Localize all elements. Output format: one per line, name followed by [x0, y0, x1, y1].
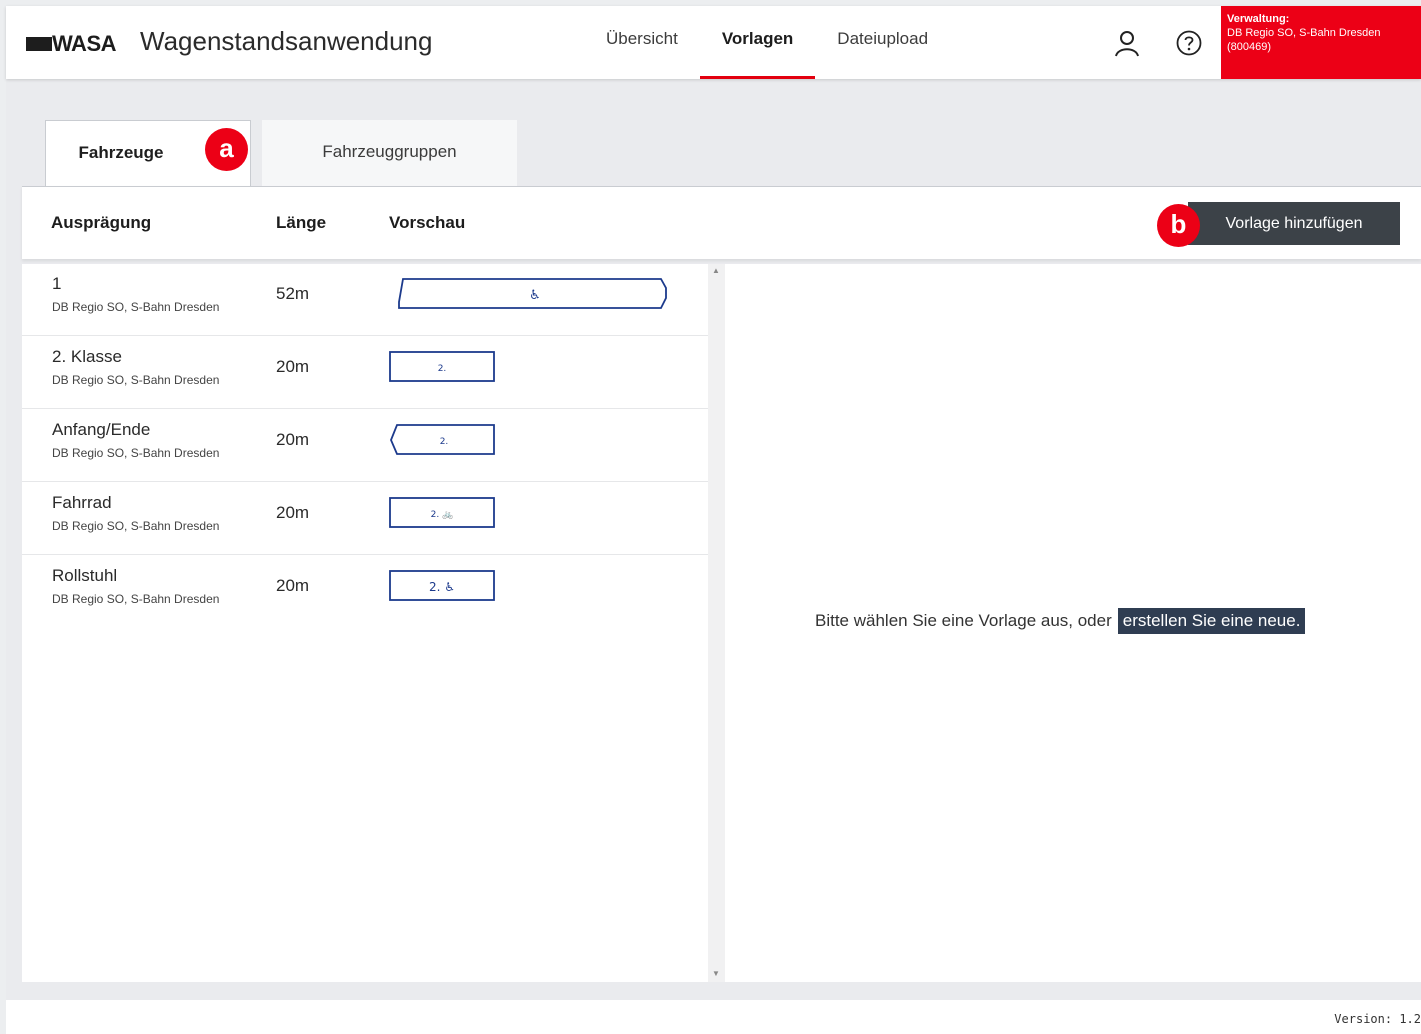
list-item[interactable]: Rollstuhl DB Regio SO, S-Bahn Dresden 20… [22, 556, 708, 628]
column-auspraegung: Ausprägung [51, 213, 152, 232]
table-header-bar: Ausprägung Länge Vorschau Vorlage hinzuf… [22, 186, 1421, 259]
item-owner: DB Regio SO, S-Bahn Dresden [52, 592, 220, 606]
scroll-down-icon[interactable]: ▼ [712, 969, 720, 978]
logo-text: WASA [52, 31, 117, 56]
item-length: 20m [276, 576, 310, 595]
column-vorschau: Vorschau [389, 213, 466, 232]
tab-fahrzeuggruppen[interactable]: Fahrzeuggruppen [262, 120, 517, 186]
preview-label: 2. [440, 437, 449, 447]
wagon-preview: ♿ [398, 278, 667, 309]
item-length: 20m [276, 430, 310, 449]
version-label: Version: 1.2 [1334, 1012, 1421, 1026]
wagon-preview: 2. [389, 351, 495, 382]
empty-state-hint: Bitte wählen Sie eine Vorlage aus, oder … [815, 608, 1306, 634]
user-icon[interactable] [1112, 28, 1142, 58]
nav-uebersicht[interactable]: Übersicht [584, 6, 700, 79]
item-owner: DB Regio SO, S-Bahn Dresden [52, 519, 220, 533]
item-length: 52m [276, 284, 310, 303]
nav-dateiupload[interactable]: Dateiupload [815, 6, 950, 79]
preview-label: 2. [438, 364, 447, 374]
list-item[interactable]: 1 DB Regio SO, S-Bahn Dresden 52m ♿ [22, 264, 708, 336]
footer [6, 1000, 1421, 1034]
list-item[interactable]: Anfang/Ende DB Regio SO, S-Bahn Dresden … [22, 410, 708, 482]
preview-label: ♿ [529, 288, 541, 303]
create-new-link[interactable]: erstellen Sie eine neue. [1117, 608, 1306, 634]
template-list: 1 DB Regio SO, S-Bahn Dresden 52m ♿ 2. K… [22, 264, 708, 982]
item-name: 2. Klasse [52, 347, 122, 366]
top-header: WASA Wagenstandsanwendung Übersicht Vorl… [6, 6, 1421, 79]
scroll-up-icon[interactable]: ▲ [712, 266, 720, 275]
item-length: 20m [276, 357, 310, 376]
add-template-button[interactable]: Vorlage hinzufügen [1188, 202, 1400, 245]
nav-vorlagen[interactable]: Vorlagen [699, 6, 816, 79]
item-name: Fahrrad [52, 493, 112, 512]
admin-org: DB Regio SO, S-Bahn Dresden [1227, 27, 1381, 39]
item-length: 20m [276, 503, 310, 522]
list-scrollbar[interactable]: ▲ ▼ [708, 264, 725, 982]
logo-bar-icon [26, 37, 52, 51]
annotation-badge-a: a [205, 128, 248, 171]
item-name: Anfang/Ende [52, 420, 151, 439]
app-title: Wagenstandsanwendung [140, 26, 433, 56]
item-owner: DB Regio SO, S-Bahn Dresden [52, 373, 220, 387]
item-owner: DB Regio SO, S-Bahn Dresden [52, 446, 220, 460]
admin-context[interactable]: Verwaltung: DB Regio SO, S-Bahn Dresden … [1221, 6, 1421, 79]
item-owner: DB Regio SO, S-Bahn Dresden [52, 300, 220, 314]
wasa-logo[interactable]: WASA [26, 30, 117, 58]
tab-fahrzeuge-label: Fahrzeuge [78, 143, 164, 162]
item-name: Rollstuhl [52, 566, 118, 585]
wagon-preview: 2. [390, 424, 495, 455]
wagon-preview: 2. 🚲 [389, 497, 495, 528]
annotation-badge-b: b [1157, 204, 1200, 247]
help-icon[interactable] [1174, 28, 1204, 58]
list-item[interactable]: Fahrrad DB Regio SO, S-Bahn Dresden 20m … [22, 483, 708, 555]
wagon-preview: 2. ♿ [389, 570, 495, 601]
hint-text: Bitte wählen Sie eine Vorlage aus, oder [815, 611, 1112, 630]
admin-id: (800469) [1227, 41, 1272, 53]
tab-fahrzeuggruppen-label: Fahrzeuggruppen [322, 142, 457, 161]
main-nav: Übersicht Vorlagen Dateiupload [584, 6, 950, 79]
list-item[interactable]: 2. Klasse DB Regio SO, S-Bahn Dresden 20… [22, 337, 708, 409]
column-laenge: Länge [276, 213, 327, 232]
admin-label: Verwaltung: [1227, 13, 1290, 25]
item-name: 1 [52, 274, 62, 293]
preview-label: 2. 🚲 [431, 510, 454, 520]
preview-label: 2. ♿ [429, 580, 455, 594]
detail-panel: Bitte wählen Sie eine Vorlage aus, oder … [725, 264, 1421, 982]
